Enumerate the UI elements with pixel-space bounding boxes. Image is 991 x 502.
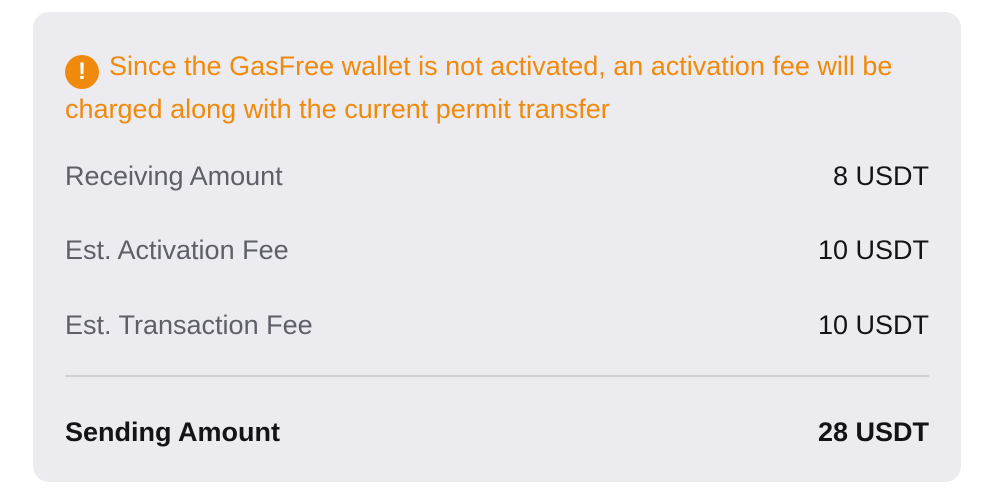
receiving-amount-label: Receiving Amount xyxy=(65,160,283,191)
sending-amount-row: Sending Amount 28 USDT xyxy=(65,412,929,452)
divider xyxy=(65,375,929,377)
transaction-fee-value: 10 USDT xyxy=(817,309,929,340)
receiving-amount-value: 8 USDT xyxy=(832,160,929,191)
exclamation-circle-icon: ! xyxy=(65,55,99,89)
transaction-fee-row: Est. Transaction Fee 10 USDT xyxy=(65,305,929,345)
sending-amount-label: Sending Amount xyxy=(65,416,280,447)
activation-warning-text: Since the GasFree wallet is not activate… xyxy=(65,51,893,124)
activation-fee-label: Est. Activation Fee xyxy=(65,234,289,265)
activation-fee-value: 10 USDT xyxy=(817,234,929,265)
sending-amount-value: 28 USDT xyxy=(817,416,929,447)
transaction-fee-label: Est. Transaction Fee xyxy=(65,309,313,340)
activation-warning: ! Since the GasFree wallet is not activat… xyxy=(65,46,945,129)
receiving-amount-row: Receiving Amount 8 USDT xyxy=(65,156,929,196)
fee-summary-card: ! Since the GasFree wallet is not activat… xyxy=(33,12,961,482)
activation-fee-row: Est. Activation Fee 10 USDT xyxy=(65,230,929,270)
